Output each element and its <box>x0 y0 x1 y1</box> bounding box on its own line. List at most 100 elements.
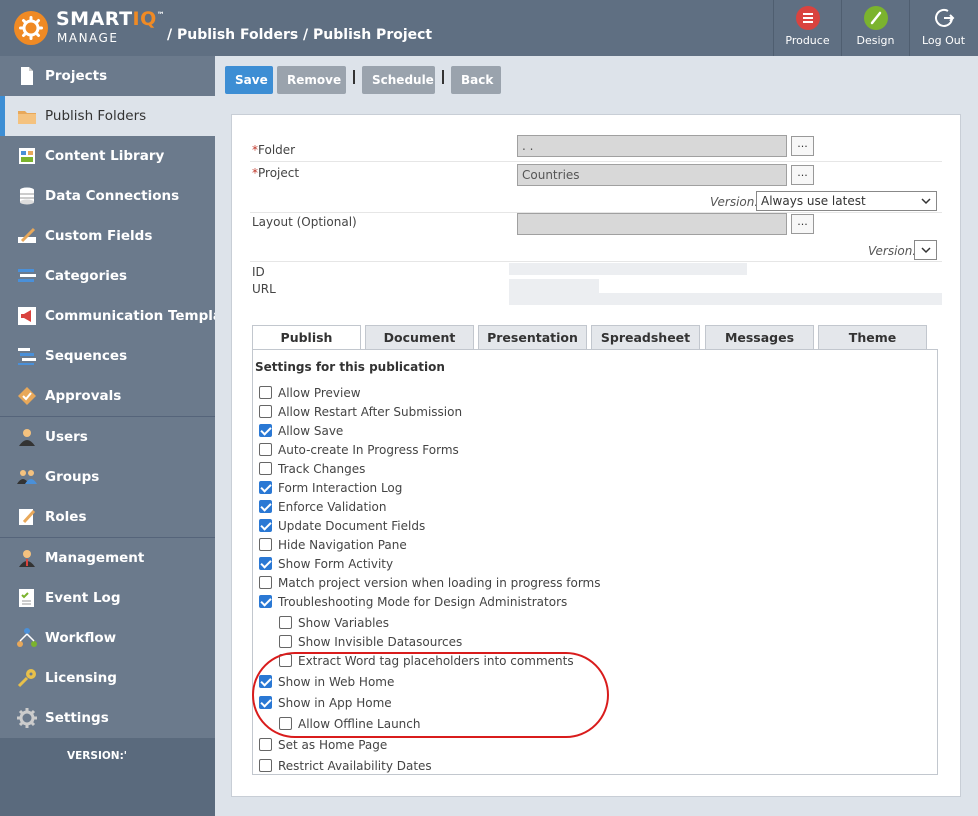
log-out-button[interactable]: Log Out <box>909 0 977 56</box>
option-checkbox[interactable] <box>259 500 272 513</box>
publish-options-panel: Settings for this publication Allow Prev… <box>252 349 938 775</box>
option-checkbox[interactable] <box>259 759 272 772</box>
produce-icon <box>795 6 820 30</box>
layout-browse-button[interactable]: ... <box>791 214 814 234</box>
pencil-icon <box>863 6 888 30</box>
option-label: Update Document Fields <box>278 519 426 533</box>
folder-label: *Folder <box>252 143 296 157</box>
sidebar-item-event-log[interactable]: Event Log <box>0 578 215 618</box>
logo-subtitle: MANAGE <box>57 31 119 45</box>
option-checkbox[interactable] <box>279 717 292 730</box>
option-checkbox[interactable] <box>259 443 272 456</box>
project-label: *Project <box>252 166 300 180</box>
tab-publish-options[interactable]: Publish Options <box>252 325 361 369</box>
schedule-button[interactable]: Schedule <box>362 66 435 94</box>
row-divider <box>250 161 942 162</box>
option-checkbox[interactable] <box>259 481 272 494</box>
event-log-icon <box>19 589 34 607</box>
sidebar-item-users[interactable]: Users <box>0 417 215 457</box>
sidebar-item-roles[interactable]: Roles <box>0 497 215 537</box>
option-checkbox[interactable] <box>259 557 272 570</box>
option-checkbox[interactable] <box>259 424 272 437</box>
categories-icon <box>18 269 36 282</box>
option-label: Show Variables <box>298 616 390 630</box>
option-label: Hide Navigation Pane <box>278 538 407 552</box>
toolbar-separator <box>353 70 355 84</box>
sequences-icon <box>18 348 36 365</box>
sidebar-item-data-connections[interactable]: Data Connections <box>0 176 215 216</box>
power-icon <box>932 6 956 30</box>
groups-icon <box>17 470 37 484</box>
back-button[interactable]: Back <box>451 66 501 94</box>
sidebar-item-settings[interactable]: Settings <box>0 698 215 738</box>
row-divider <box>250 261 942 262</box>
project-version-select[interactable]: Always use latest <box>756 191 937 211</box>
option-checkbox[interactable] <box>279 654 292 667</box>
option-checkbox[interactable] <box>259 386 272 399</box>
document-icon <box>21 67 33 85</box>
option-checkbox[interactable] <box>259 738 272 751</box>
version-label: VERSION:' <box>67 750 127 762</box>
folder-browse-button[interactable]: ... <box>791 136 814 156</box>
option-checkbox[interactable] <box>259 519 272 532</box>
folder-field[interactable]: . . <box>517 135 787 157</box>
sidebar-item-communication-templates[interactable]: Communication Templates <box>0 296 246 336</box>
tab-theme[interactable]: Theme <box>818 325 927 350</box>
option-label: Match project version when loading in pr… <box>278 576 601 590</box>
option-label: Show in Web Home <box>278 675 395 689</box>
sidebar-item-projects[interactable]: Projects <box>0 56 215 96</box>
option-checkbox[interactable] <box>259 576 272 589</box>
design-button[interactable]: Design <box>841 0 909 56</box>
user-icon <box>19 429 35 446</box>
sidebar-item-workflow[interactable]: Workflow <box>0 618 215 658</box>
option-label: Allow Save <box>278 424 344 438</box>
layout-label: Layout (Optional) <box>252 215 357 229</box>
id-label: ID <box>252 265 265 279</box>
sidebar-item-publish-folders[interactable]: Publish Folders <box>0 96 215 136</box>
option-label: Restrict Availability Dates <box>278 759 432 773</box>
sidebar-item-sequences[interactable]: Sequences <box>0 336 215 376</box>
project-browse-button[interactable]: ... <box>791 165 814 185</box>
sidebar: Projects Publish Folders Content Library… <box>0 56 246 816</box>
save-button[interactable]: Save <box>225 66 273 94</box>
layout-field[interactable] <box>517 213 787 235</box>
breadcrumb: / Publish Folders / Publish Project <box>167 27 433 43</box>
remove-button[interactable]: Remove <box>277 66 346 94</box>
project-version-label: Version: <box>710 195 759 209</box>
sidebar-item-custom-fields[interactable]: Custom Fields <box>0 216 215 256</box>
publish-project-panel: *Folder . . ... *Project Countries ... V… <box>231 114 961 797</box>
option-label: Auto-create In Progress Forms <box>278 443 459 457</box>
sidebar-item-groups[interactable]: Groups <box>0 457 215 497</box>
option-checkbox[interactable] <box>259 595 272 608</box>
option-label: Track Changes <box>278 462 366 476</box>
sidebar-item-categories[interactable]: Categories <box>0 256 215 296</box>
option-label: Extract Word tag placeholders into comme… <box>298 654 574 668</box>
library-icon <box>19 148 35 164</box>
project-field[interactable]: Countries <box>517 164 787 186</box>
gear-icon <box>17 708 37 728</box>
tab-spreadsheet[interactable]: Spreadsheet <box>591 325 700 350</box>
produce-button[interactable]: Produce <box>773 0 841 56</box>
main-content: Save Remove Schedule Back *Folder . . ..… <box>215 56 978 816</box>
option-label: Allow Restart After Submission <box>278 405 463 419</box>
option-checkbox[interactable] <box>279 616 292 629</box>
option-checkbox[interactable] <box>259 538 272 551</box>
option-checkbox[interactable] <box>259 462 272 475</box>
megaphone-icon <box>18 307 36 325</box>
sidebar-item-content-library[interactable]: Content Library <box>0 136 215 176</box>
layout-version-select[interactable] <box>914 240 937 260</box>
option-label: Allow Offline Launch <box>298 717 421 731</box>
chevron-down-icon <box>921 247 931 254</box>
option-checkbox[interactable] <box>259 405 272 418</box>
tab-document[interactable]: Document <box>365 325 474 350</box>
option-checkbox[interactable] <box>259 696 272 709</box>
option-checkbox[interactable] <box>279 635 292 648</box>
folder-icon <box>18 111 36 124</box>
tab-presentation[interactable]: Presentation <box>478 325 587 350</box>
sidebar-item-approvals[interactable]: Approvals <box>0 376 215 416</box>
custom-fields-icon <box>18 227 36 243</box>
tab-messages[interactable]: Messages <box>705 325 814 350</box>
sidebar-item-licensing[interactable]: Licensing <box>0 658 215 698</box>
option-checkbox[interactable] <box>259 675 272 688</box>
sidebar-item-management[interactable]: Management <box>0 538 215 578</box>
